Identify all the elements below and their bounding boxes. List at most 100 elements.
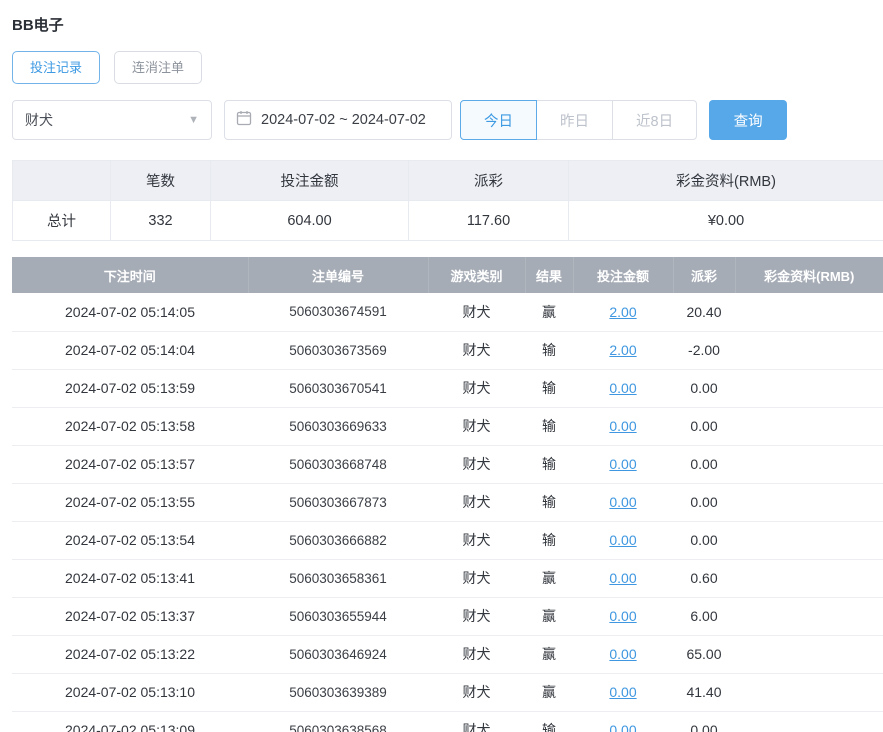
- cell-bet-time: 2024-07-02 05:13:37: [12, 597, 248, 636]
- cell-bet-amount: 0.00: [573, 445, 673, 484]
- date-range-input[interactable]: 2024-07-02 ~ 2024-07-02: [224, 100, 452, 140]
- bet-amount-link[interactable]: 0.00: [609, 570, 636, 586]
- table-row: 2024-07-02 05:13:57 5060303668748 财犬输 0.00 0…: [12, 445, 883, 484]
- page: BB电子 投注记录 连消注单 财犬 ▼ 2024-07-02 ~ 2024-07…: [0, 0, 883, 732]
- yesterday-button[interactable]: 昨日: [536, 100, 613, 140]
- cell-bet-amount: 0.00: [573, 673, 673, 712]
- summary-header-cell: [12, 160, 111, 201]
- cell-bet-amount: 0.00: [573, 635, 673, 674]
- bet-amount-link[interactable]: 0.00: [609, 684, 636, 700]
- cell-order-number: 5060303655944: [248, 597, 428, 636]
- summary-value-row: 总计 332 604.00 117.60 ¥0.00: [12, 200, 883, 241]
- cell-game-category: 财犬: [428, 521, 525, 560]
- bet-amount-link[interactable]: 2.00: [609, 304, 636, 320]
- table-row: 2024-07-02 05:13:10 5060303639389 财犬赢 0.00 4…: [12, 673, 883, 712]
- cell-bet-time: 2024-07-02 05:14:04: [12, 331, 248, 370]
- table-row: 2024-07-02 05:13:58 5060303669633 财犬输 0.00 0…: [12, 407, 883, 446]
- summary-header-cell: 彩金资料(RMB): [568, 160, 883, 201]
- bet-table-body: 2024-07-02 05:14:05 5060303674591 财犬赢 2.00 2…: [12, 293, 883, 732]
- game-select-value: 财犬: [25, 112, 53, 128]
- summary-table: 笔数 投注金额 派彩 彩金资料(RMB) 总计 332 604.00 117.60 ¥0.00: [12, 160, 883, 241]
- table-row: 2024-07-02 05:13:09 5060303638568 财犬输 0.00 0…: [12, 711, 883, 732]
- bet-table-header-cell: 游戏类别: [428, 257, 526, 293]
- bet-table-header-cell: 结果: [525, 257, 574, 293]
- cell-bet-time: 2024-07-02 05:13:41: [12, 559, 248, 598]
- cell-game-category: 财犬: [428, 369, 525, 408]
- cell-game-category: 财犬: [428, 635, 525, 674]
- cell-bet-amount: 0.00: [573, 369, 673, 408]
- bet-amount-link[interactable]: 0.00: [609, 722, 636, 732]
- summary-value-cell: 332: [110, 200, 211, 241]
- summary-value-cell: 604.00: [210, 200, 409, 241]
- cell-payout: 20.40: [673, 293, 735, 332]
- cell-result: 赢: [525, 559, 573, 598]
- cell-bet-amount: 2.00: [573, 331, 673, 370]
- cell-bonus: [735, 331, 883, 370]
- filter-bar: 财犬 ▼ 2024-07-02 ~ 2024-07-02 今日 昨日 近8日 查…: [12, 100, 883, 140]
- bet-table-header-cell: 彩金资料(RMB): [735, 257, 883, 293]
- last-8-days-button[interactable]: 近8日: [612, 100, 698, 140]
- bet-amount-link[interactable]: 2.00: [609, 342, 636, 358]
- table-row: 2024-07-02 05:14:04 5060303673569 财犬输 2.00 -…: [12, 331, 883, 370]
- summary-row-label: 总计: [12, 200, 111, 241]
- cell-order-number: 5060303670541: [248, 369, 428, 408]
- search-button[interactable]: 查询: [709, 100, 788, 140]
- cell-payout: 41.40: [673, 673, 735, 712]
- quick-date-button-group: 今日 昨日 近8日: [460, 100, 698, 140]
- cell-result: 输: [525, 483, 573, 522]
- cell-bet-time: 2024-07-02 05:13:54: [12, 521, 248, 560]
- cell-bet-amount: 0.00: [573, 407, 673, 446]
- cell-bet-amount: 2.00: [573, 293, 673, 332]
- cell-game-category: 财犬: [428, 293, 525, 332]
- cell-payout: 0.00: [673, 369, 735, 408]
- bet-table-header-cell: 注单编号: [248, 257, 429, 293]
- cell-order-number: 5060303639389: [248, 673, 428, 712]
- cell-result: 赢: [525, 597, 573, 636]
- date-range-value: 2024-07-02 ~ 2024-07-02: [261, 112, 426, 128]
- today-button[interactable]: 今日: [460, 100, 537, 140]
- summary-header-cell: 派彩: [408, 160, 569, 201]
- cell-order-number: 5060303668748: [248, 445, 428, 484]
- summary-value-cell: 117.60: [408, 200, 569, 241]
- game-select[interactable]: 财犬 ▼: [12, 100, 212, 140]
- chevron-down-icon: ▼: [188, 114, 199, 126]
- summary-header-row: 笔数 投注金额 派彩 彩金资料(RMB): [12, 160, 883, 201]
- table-row: 2024-07-02 05:13:54 5060303666882 财犬输 0.00 0…: [12, 521, 883, 560]
- cell-bonus: [735, 635, 883, 674]
- cell-game-category: 财犬: [428, 673, 525, 712]
- cell-game-category: 财犬: [428, 483, 525, 522]
- bet-amount-link[interactable]: 0.00: [609, 418, 636, 434]
- cell-order-number: 5060303666882: [248, 521, 428, 560]
- cell-bonus: [735, 711, 883, 732]
- bet-amount-link[interactable]: 0.00: [609, 532, 636, 548]
- bet-table-header-cell: 派彩: [673, 257, 736, 293]
- cell-game-category: 财犬: [428, 331, 525, 370]
- summary-header-cell: 笔数: [110, 160, 211, 201]
- cell-game-category: 财犬: [428, 445, 525, 484]
- cell-payout: 0.00: [673, 407, 735, 446]
- cell-bonus: [735, 673, 883, 712]
- cell-bonus: [735, 483, 883, 522]
- cell-bet-time: 2024-07-02 05:13:22: [12, 635, 248, 674]
- cell-bonus: [735, 369, 883, 408]
- table-row: 2024-07-02 05:13:59 5060303670541 财犬输 0.00 0…: [12, 369, 883, 408]
- bet-amount-link[interactable]: 0.00: [609, 380, 636, 396]
- cell-result: 输: [525, 407, 573, 446]
- cell-bet-time: 2024-07-02 05:14:05: [12, 293, 248, 332]
- cell-result: 赢: [525, 673, 573, 712]
- bet-amount-link[interactable]: 0.00: [609, 608, 636, 624]
- table-row: 2024-07-02 05:14:05 5060303674591 财犬赢 2.00 2…: [12, 293, 883, 332]
- cell-bonus: [735, 521, 883, 560]
- cell-payout: 0.60: [673, 559, 735, 598]
- tab-bet-records[interactable]: 投注记录: [12, 51, 101, 84]
- bet-table-header-row: 下注时间 注单编号 游戏类别 结果 投注金额 派彩 彩金资料(RMB): [12, 257, 883, 293]
- bet-amount-link[interactable]: 0.00: [609, 646, 636, 662]
- cell-bonus: [735, 597, 883, 636]
- bet-amount-link[interactable]: 0.00: [609, 494, 636, 510]
- cell-game-category: 财犬: [428, 559, 525, 598]
- tab-cancelled-orders[interactable]: 连消注单: [114, 51, 203, 84]
- cell-bet-time: 2024-07-02 05:13:57: [12, 445, 248, 484]
- bet-amount-link[interactable]: 0.00: [609, 456, 636, 472]
- cell-order-number: 5060303673569: [248, 331, 428, 370]
- cell-bet-time: 2024-07-02 05:13:09: [12, 711, 248, 732]
